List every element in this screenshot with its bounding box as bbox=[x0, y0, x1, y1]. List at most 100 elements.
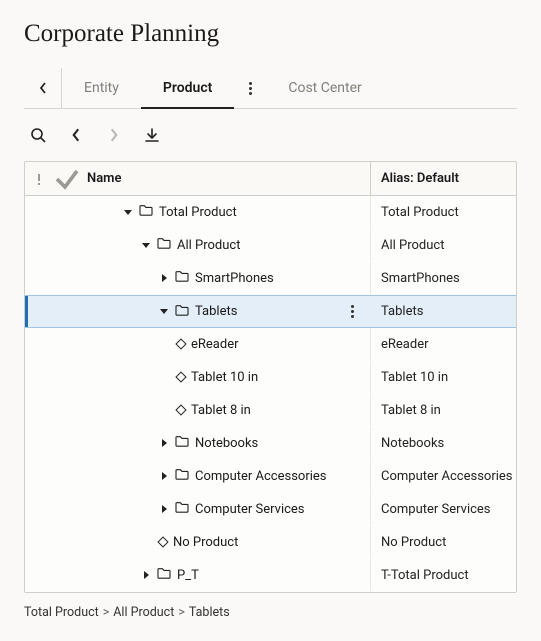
alias-cell: No Product bbox=[370, 526, 516, 558]
column-select[interactable] bbox=[53, 162, 81, 195]
column-header-alias[interactable]: Alias: Default bbox=[370, 162, 516, 195]
grid-body: Total ProductTotal ProductAll ProductAll… bbox=[25, 196, 516, 592]
members-grid: Name Alias: Default Total ProductTotal P… bbox=[24, 161, 517, 593]
triangle-down-icon bbox=[142, 243, 150, 248]
triangle-right-icon bbox=[162, 439, 167, 447]
alias-cell: Computer Accessories bbox=[370, 460, 516, 492]
collapse-toggle[interactable] bbox=[141, 240, 151, 250]
chevron-right-icon bbox=[106, 127, 122, 143]
folder-icon bbox=[139, 204, 153, 216]
member-name: Tablet 8 in bbox=[191, 403, 251, 418]
tree-node: Tablet 10 in bbox=[177, 370, 258, 385]
alias-cell: Notebooks bbox=[370, 427, 516, 459]
chevron-left-icon bbox=[68, 127, 84, 143]
collapse-toggle[interactable] bbox=[159, 307, 169, 317]
row-actions-button[interactable] bbox=[342, 302, 362, 322]
folder-icon bbox=[175, 304, 189, 316]
leaf-icon bbox=[175, 371, 186, 382]
tab-cost-center[interactable]: Cost Center bbox=[266, 68, 383, 108]
column-header-name[interactable]: Name bbox=[81, 171, 370, 186]
toolbar bbox=[24, 121, 517, 149]
member-name: Notebooks bbox=[195, 436, 258, 451]
tree-row[interactable]: No Product No Product bbox=[25, 526, 516, 559]
triangle-down-icon bbox=[124, 210, 132, 215]
tab-product[interactable]: Product bbox=[141, 69, 234, 109]
breadcrumb-item[interactable]: All Product bbox=[113, 605, 174, 620]
alias-cell: Tablets bbox=[370, 296, 516, 327]
triangle-down-icon bbox=[160, 309, 168, 314]
folder-icon bbox=[175, 468, 189, 480]
tree-node: Computer Services bbox=[159, 501, 305, 517]
name-cell: eReader bbox=[25, 328, 370, 360]
tree-node: SmartPhones bbox=[159, 270, 274, 286]
expand-toggle[interactable] bbox=[159, 273, 169, 283]
expand-toggle[interactable] bbox=[159, 504, 169, 514]
member-name: Tablet 10 in bbox=[191, 370, 258, 385]
tree-row[interactable]: All ProductAll Product bbox=[25, 229, 516, 262]
folder-icon bbox=[175, 435, 189, 447]
tab-overflow-button[interactable] bbox=[234, 68, 266, 108]
breadcrumb-separator: > bbox=[103, 605, 110, 620]
tree-node: Total Product bbox=[123, 204, 237, 220]
name-cell: Notebooks bbox=[25, 427, 370, 459]
alias-cell: Tablet 10 in bbox=[370, 361, 516, 393]
download-icon bbox=[144, 127, 160, 143]
column-marker[interactable] bbox=[25, 162, 53, 195]
tree-node: eReader bbox=[177, 337, 239, 352]
tree-row[interactable]: Tablets Tablets bbox=[25, 295, 516, 328]
folder-icon bbox=[175, 501, 189, 513]
tree-node: Tablets bbox=[159, 304, 237, 320]
tree-row[interactable]: P_TT-Total Product bbox=[25, 559, 516, 592]
alert-icon bbox=[33, 173, 45, 185]
member-name: Total Product bbox=[159, 205, 237, 220]
folder-icon bbox=[175, 468, 189, 484]
member-name: Tablets bbox=[195, 304, 237, 319]
leaf-icon bbox=[175, 338, 186, 349]
name-cell: All Product bbox=[25, 229, 370, 261]
history-prev-button[interactable] bbox=[62, 121, 90, 149]
download-button[interactable] bbox=[138, 121, 166, 149]
alias-cell: eReader bbox=[370, 328, 516, 360]
folder-icon bbox=[157, 237, 171, 253]
triangle-right-icon bbox=[162, 472, 167, 480]
tree-node: P_T bbox=[141, 567, 199, 583]
collapse-toggle[interactable] bbox=[123, 207, 133, 217]
expand-toggle[interactable] bbox=[159, 471, 169, 481]
triangle-right-icon bbox=[162, 274, 167, 282]
chevron-left-icon bbox=[39, 82, 47, 94]
folder-icon bbox=[175, 501, 189, 517]
alias-cell: Tablet 8 in bbox=[370, 394, 516, 426]
breadcrumb-item[interactable]: Total Product bbox=[24, 605, 99, 620]
tree-row[interactable]: SmartPhones SmartPhones bbox=[25, 262, 516, 295]
member-name: Computer Services bbox=[195, 502, 305, 517]
more-vertical-icon bbox=[351, 305, 354, 318]
leaf-icon bbox=[157, 536, 168, 547]
tab-entity[interactable]: Entity bbox=[62, 68, 141, 108]
tree-row[interactable]: Tablet 8 in Tablet 8 in bbox=[25, 394, 516, 427]
name-cell: Total Product bbox=[25, 196, 370, 228]
tree-row[interactable]: Computer AccessoriesComputer Accessories bbox=[25, 460, 516, 493]
alias-cell: Computer Services bbox=[370, 493, 516, 525]
expand-toggle[interactable] bbox=[159, 438, 169, 448]
folder-icon bbox=[175, 270, 189, 286]
expand-toggle[interactable] bbox=[141, 570, 151, 580]
grid-header: Name Alias: Default bbox=[25, 162, 516, 196]
name-cell: No Product bbox=[25, 526, 370, 558]
tree-row[interactable]: Computer Services Computer Services bbox=[25, 493, 516, 526]
name-cell: Tablets bbox=[25, 296, 370, 327]
member-name: All Product bbox=[177, 238, 240, 253]
search-icon bbox=[30, 127, 46, 143]
back-button[interactable] bbox=[24, 68, 62, 108]
tree-row[interactable]: Total ProductTotal Product bbox=[25, 196, 516, 229]
tree-row[interactable]: eReader eReader bbox=[25, 328, 516, 361]
tree-row[interactable]: Notebooks Notebooks bbox=[25, 427, 516, 460]
alias-cell: SmartPhones bbox=[370, 262, 516, 294]
triangle-right-icon bbox=[162, 505, 167, 513]
folder-icon bbox=[175, 435, 189, 451]
search-button[interactable] bbox=[24, 121, 52, 149]
history-next-button[interactable] bbox=[100, 121, 128, 149]
tree-node: No Product bbox=[159, 535, 238, 550]
tree-node: Tablet 8 in bbox=[177, 403, 251, 418]
tree-row[interactable]: Tablet 10 in Tablet 10 in bbox=[25, 361, 516, 394]
breadcrumb-item[interactable]: Tablets bbox=[189, 605, 230, 620]
